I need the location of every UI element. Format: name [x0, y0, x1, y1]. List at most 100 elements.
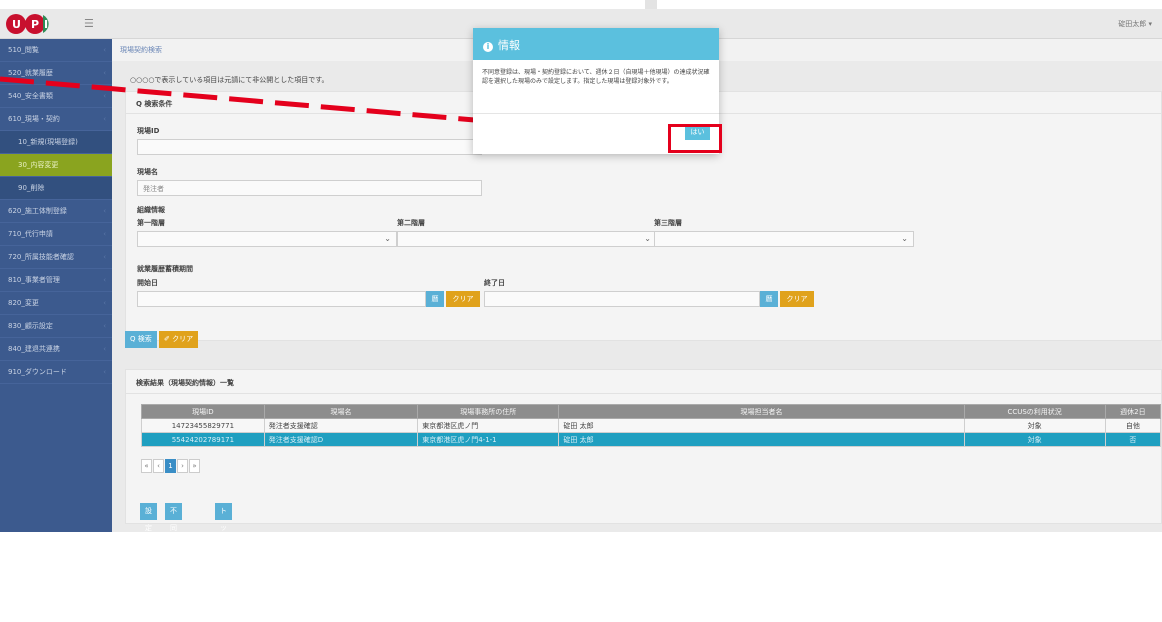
column-header[interactable]: 現場担当者名 — [558, 404, 965, 419]
sidebar-item-label: 910_ダウンロード — [8, 368, 67, 376]
upi-logo: U P I — [6, 14, 49, 34]
page-button[interactable]: ‹ — [153, 459, 164, 473]
sidebar-item[interactable]: 830_顧示設定 ‹ — [0, 315, 112, 338]
table-cell: 自他 — [1104, 418, 1162, 433]
table-cell: 東京都港区虎ノ門4-1-1 — [417, 432, 560, 447]
page-button[interactable]: « — [141, 459, 152, 473]
bottom-action-button[interactable]: 不同意登録 — [165, 503, 182, 583]
chevron-left-icon: ‹ — [103, 46, 106, 54]
dialog-title: 情報 — [498, 39, 520, 52]
sidebar-item-label: 710_代行申請 — [8, 230, 53, 238]
sidebar-item[interactable]: 720_所属技能者確認 ‹ — [0, 246, 112, 269]
bottom-action-button[interactable]: 設定 — [140, 503, 157, 532]
level3-label: 第三階層 — [654, 219, 682, 227]
start-clear-button[interactable]: クリア — [446, 291, 480, 307]
chevron-left-icon: ‹ — [103, 230, 106, 238]
svg-text:I: I — [44, 18, 48, 31]
column-header[interactable]: 週休2日 — [1104, 404, 1162, 419]
page-button[interactable]: › — [177, 459, 188, 473]
results-panel: 検索結果（現場契約情報）一覧 現場ID 現場名 現場事務所の住所 現場担当者名 CCUS… — [125, 369, 1162, 524]
scroll-stripe — [645, 0, 657, 9]
chevron-left-icon: ‹ — [103, 253, 106, 261]
end-calendar-button[interactable]: 曆 — [760, 291, 778, 307]
page-button[interactable]: 1 — [165, 459, 176, 473]
table-cell: 発注者支援確認 — [263, 418, 419, 433]
info-icon: i — [483, 42, 493, 52]
sidebar-item-label: 810_事業者管理 — [8, 276, 60, 284]
highlight-box — [668, 124, 722, 153]
menu-toggle-icon[interactable]: ☰ — [84, 18, 94, 29]
chevron-left-icon: ‹ — [103, 345, 106, 353]
user-menu[interactable]: 碇田太郎 ▾ — [1118, 19, 1152, 29]
chevron-down-icon: ⌄ — [644, 234, 651, 243]
sidebar-item-label: 30_内容変更 — [18, 161, 59, 169]
results-table: 現場ID 現場名 現場事務所の住所 現場担当者名 CCUSの利用状況 週休2日 14723… — [141, 404, 1162, 447]
period-label: 就業履歴蓄積期間 — [137, 265, 193, 273]
sidebar-item-label: 90_削除 — [18, 184, 45, 192]
table-cell: 東京都港区虎ノ門 — [417, 418, 560, 433]
chevron-left-icon: ‹ — [103, 368, 106, 376]
sidebar-item-label: 820_変更 — [8, 299, 39, 307]
site-name-input[interactable]: 発注者 — [137, 180, 482, 196]
app-window: U P I ☰ 碇田太郎 ▾ 510_閲覧 ‹ 520_就業履歴 ‹ 540_安全書類 ‹… — [0, 0, 1162, 617]
chevron-down-icon: ⌄ — [384, 234, 391, 243]
sidebar-item[interactable]: 840_建退共連携 ‹ — [0, 338, 112, 361]
column-header[interactable]: 現場ID — [141, 404, 265, 419]
table-cell: 否 — [1104, 432, 1162, 447]
table-cell: 碇田 太郎 — [558, 418, 965, 433]
sidebar-item[interactable]: 910_ダウンロード ‹ — [0, 361, 112, 384]
sidebar-item[interactable]: 810_事業者管理 ‹ — [0, 269, 112, 292]
org-label: 組織情報 — [137, 206, 165, 214]
table-cell: 碇田 太郎 — [558, 432, 965, 447]
chevron-left-icon: ‹ — [103, 299, 106, 307]
column-header[interactable]: 現場事務所の住所 — [417, 404, 560, 419]
table-cell: 14723455829771 — [141, 418, 265, 433]
table-cell: 対象 — [963, 432, 1106, 447]
start-date-input[interactable] — [137, 291, 426, 307]
chevron-left-icon: ‹ — [103, 207, 106, 215]
level1-label: 第一階層 — [137, 219, 165, 227]
sidebar-item-label: 620_施工体制登録 — [8, 207, 67, 215]
end-date-label: 終了日 — [484, 279, 505, 287]
table-cell: 発注者支援確認D — [263, 432, 419, 447]
table-cell: 対象 — [963, 418, 1106, 433]
dialog-message: 不同意登録は、現場・契約登録において、週休２日（自現場＋他現場）の達成状況確認を… — [473, 60, 719, 114]
sidebar-item[interactable]: 710_代行申請 ‹ — [0, 223, 112, 246]
end-date-input[interactable] — [484, 291, 760, 307]
level1-select[interactable]: ⌄ — [137, 231, 397, 247]
chevron-left-icon: ‹ — [103, 322, 106, 330]
site-name-label: 現場名 — [137, 168, 158, 176]
chevron-down-icon: ⌄ — [901, 234, 908, 243]
results-header-row: 現場ID 現場名 現場事務所の住所 現場担当者名 CCUSの利用状況 週休2日 — [141, 404, 1162, 419]
bottom-action-button[interactable]: トップページへ — [215, 503, 232, 617]
svg-text:U: U — [12, 18, 21, 31]
svg-text:P: P — [31, 18, 39, 31]
start-calendar-button[interactable]: 曆 — [426, 291, 444, 307]
chevron-left-icon: ‹ — [103, 276, 106, 284]
sidebar-item-label: 840_建退共連携 — [8, 345, 60, 353]
sidebar-item[interactable]: 510_閲覧 ‹ — [0, 39, 112, 62]
page-button[interactable]: » — [189, 459, 200, 473]
search-actions: Q 検索 ✐ クリア — [125, 331, 1162, 355]
column-header[interactable]: 現場名 — [263, 404, 419, 419]
clear-all-button[interactable]: ✐ クリア — [159, 331, 199, 348]
search-button[interactable]: Q 検索 — [125, 331, 157, 348]
level2-select[interactable]: ⌄ — [397, 231, 657, 247]
level3-select[interactable]: ⌄ — [654, 231, 914, 247]
sidebar-item[interactable]: 820_変更 ‹ — [0, 292, 112, 315]
dialog-header: i 情報 — [473, 28, 719, 60]
table-row[interactable]: 14723455829771 発注者支援確認 東京都港区虎ノ門 碇田 太郎 対象 自他 — [141, 418, 1162, 433]
start-date-label: 開始日 — [137, 279, 158, 287]
level2-label: 第二階層 — [397, 219, 425, 227]
table-cell: 55424202789171 — [141, 432, 265, 447]
table-row[interactable]: 55424202789171 発注者支援確認D 東京都港区虎ノ門4-1-1 碇田 太郎… — [141, 432, 1162, 447]
results-title: 検索結果（現場契約情報）一覧 — [126, 370, 1161, 394]
column-header[interactable]: CCUSの利用状況 — [963, 404, 1106, 419]
sidebar-item-label: 720_所属技能者確認 — [8, 253, 74, 261]
sidebar-item[interactable]: 90_削除 — [0, 177, 112, 200]
results-body: 14723455829771 発注者支援確認 東京都港区虎ノ門 碇田 太郎 対象 自他 55… — [141, 418, 1162, 447]
end-clear-button[interactable]: クリア — [780, 291, 814, 307]
sidebar-item[interactable]: 620_施工体制登録 ‹ — [0, 200, 112, 223]
sidebar-item-label: 510_閲覧 — [8, 46, 39, 54]
top-gap — [0, 0, 1162, 9]
